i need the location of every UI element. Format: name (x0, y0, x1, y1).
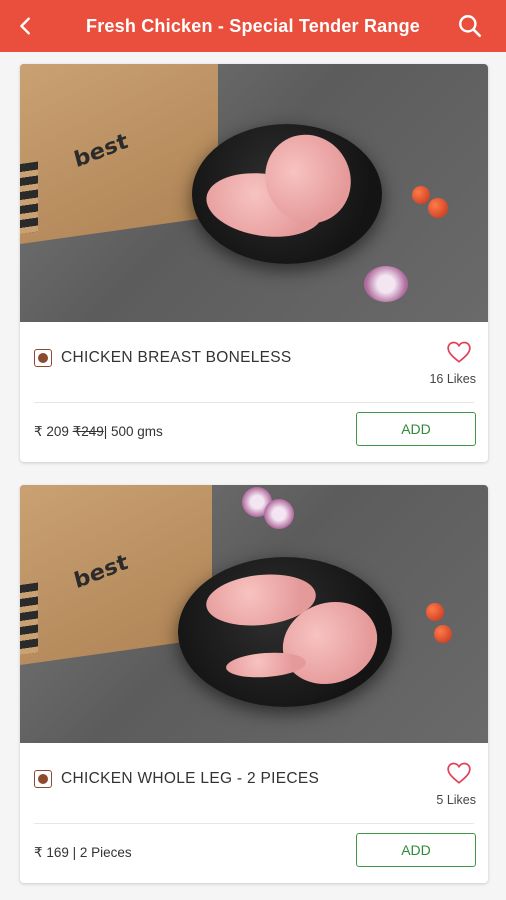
page-title: Fresh Chicken - Special Tender Range (86, 15, 420, 36)
non-veg-mark-icon (34, 770, 52, 788)
search-button[interactable] (456, 12, 484, 40)
product-list[interactable]: best CHICKEN BREAST BONELESS 16 Likes ₹ … (0, 52, 506, 900)
add-button[interactable]: ADD (356, 412, 476, 446)
back-button[interactable] (12, 12, 40, 40)
product-name: CHICKEN BREAST BONELESS (61, 349, 292, 366)
product-image[interactable]: best (20, 64, 488, 322)
product-name: CHICKEN WHOLE LEG - 2 PIECES (61, 770, 320, 787)
price-line: ₹ 209 ₹249| 500 gms (34, 424, 163, 440)
unit-size: | 500 gms (103, 424, 163, 439)
price-line: ₹ 169 | 2 Pieces (34, 845, 132, 861)
heart-icon[interactable] (446, 760, 472, 786)
product-image[interactable]: best (20, 485, 488, 743)
chevron-left-icon (20, 17, 30, 35)
search-icon (459, 15, 482, 38)
unit-size: | 2 Pieces (72, 845, 132, 860)
selling-price: ₹ 169 (34, 845, 73, 860)
likes-count: 16 Likes (429, 372, 476, 386)
divider (34, 402, 474, 403)
product-card[interactable]: best CHICKEN BREAST BONELESS 16 Likes ₹ … (20, 64, 488, 462)
product-info: CHICKEN WHOLE LEG - 2 PIECES 5 Likes ₹ 1… (20, 743, 488, 883)
heart-icon[interactable] (446, 339, 472, 365)
likes-count: 5 Likes (436, 793, 476, 807)
product-info: CHICKEN BREAST BONELESS 16 Likes ₹ 209 ₹… (20, 322, 488, 462)
app-header: Fresh Chicken - Special Tender Range (0, 0, 506, 52)
non-veg-mark-icon (34, 349, 52, 367)
mrp-price: ₹249 (72, 424, 104, 439)
product-card[interactable]: best CHICKEN WHOLE LEG - 2 PIECES 5 Like… (20, 485, 488, 883)
selling-price: ₹ 209 (34, 424, 73, 439)
packaging-box-image: best (20, 64, 218, 244)
add-button[interactable]: ADD (356, 833, 476, 867)
divider (34, 823, 474, 824)
